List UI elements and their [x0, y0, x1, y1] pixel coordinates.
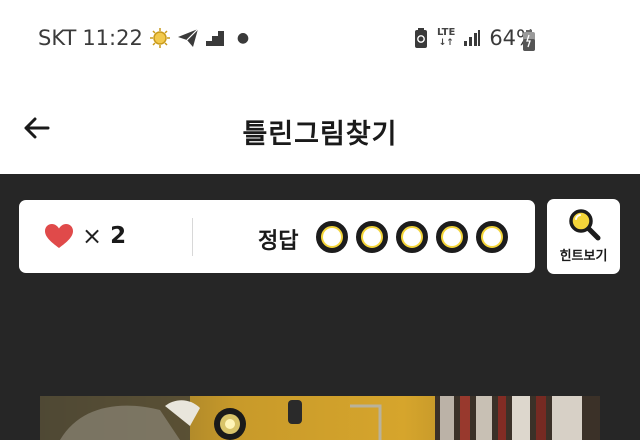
score-divider — [192, 218, 193, 256]
signal-icon — [464, 30, 481, 46]
app-header: 틀린그림찾기 — [0, 80, 640, 176]
battery-icon — [523, 30, 535, 51]
heart-icon — [45, 224, 73, 248]
answer-slot — [476, 221, 508, 253]
data-arrows-icon: ↓↑ — [438, 38, 454, 48]
sun-icon — [149, 28, 170, 48]
answer-slot — [316, 221, 348, 253]
clock: 11:22 — [82, 26, 143, 50]
lives-indicator: × 2 — [44, 222, 126, 250]
status-left: SKT 11:22 ● — [38, 26, 249, 50]
status-right: LTE ↓↑ 64% — [413, 26, 536, 50]
send-icon — [177, 28, 199, 47]
puzzle-photo — [40, 396, 600, 440]
stairs-icon — [205, 31, 224, 46]
notification-dot-icon: ● — [236, 30, 250, 46]
carrier-label: SKT — [38, 26, 77, 50]
status-bar: SKT 11:22 ● LTE ↓↑ 64% — [0, 0, 640, 80]
magnifier-icon — [569, 209, 601, 241]
answer-slot — [436, 221, 468, 253]
multiplier-sign: × — [82, 222, 103, 250]
network-label: LTE — [436, 27, 456, 38]
lte-indicator: LTE ↓↑ — [436, 27, 456, 49]
puzzle-image[interactable] — [40, 396, 600, 440]
lives-count: 2 — [110, 223, 127, 249]
page-title: 틀린그림찾기 — [242, 119, 398, 150]
hint-button[interactable]: 힌트보기 — [547, 199, 620, 274]
answer-slot — [356, 221, 388, 253]
answer-label: 정답 — [258, 229, 299, 254]
hint-label: 힌트보기 — [559, 249, 608, 264]
answer-slot — [396, 221, 428, 253]
answer-slots — [316, 221, 508, 253]
recycle-battery-icon — [414, 28, 427, 48]
